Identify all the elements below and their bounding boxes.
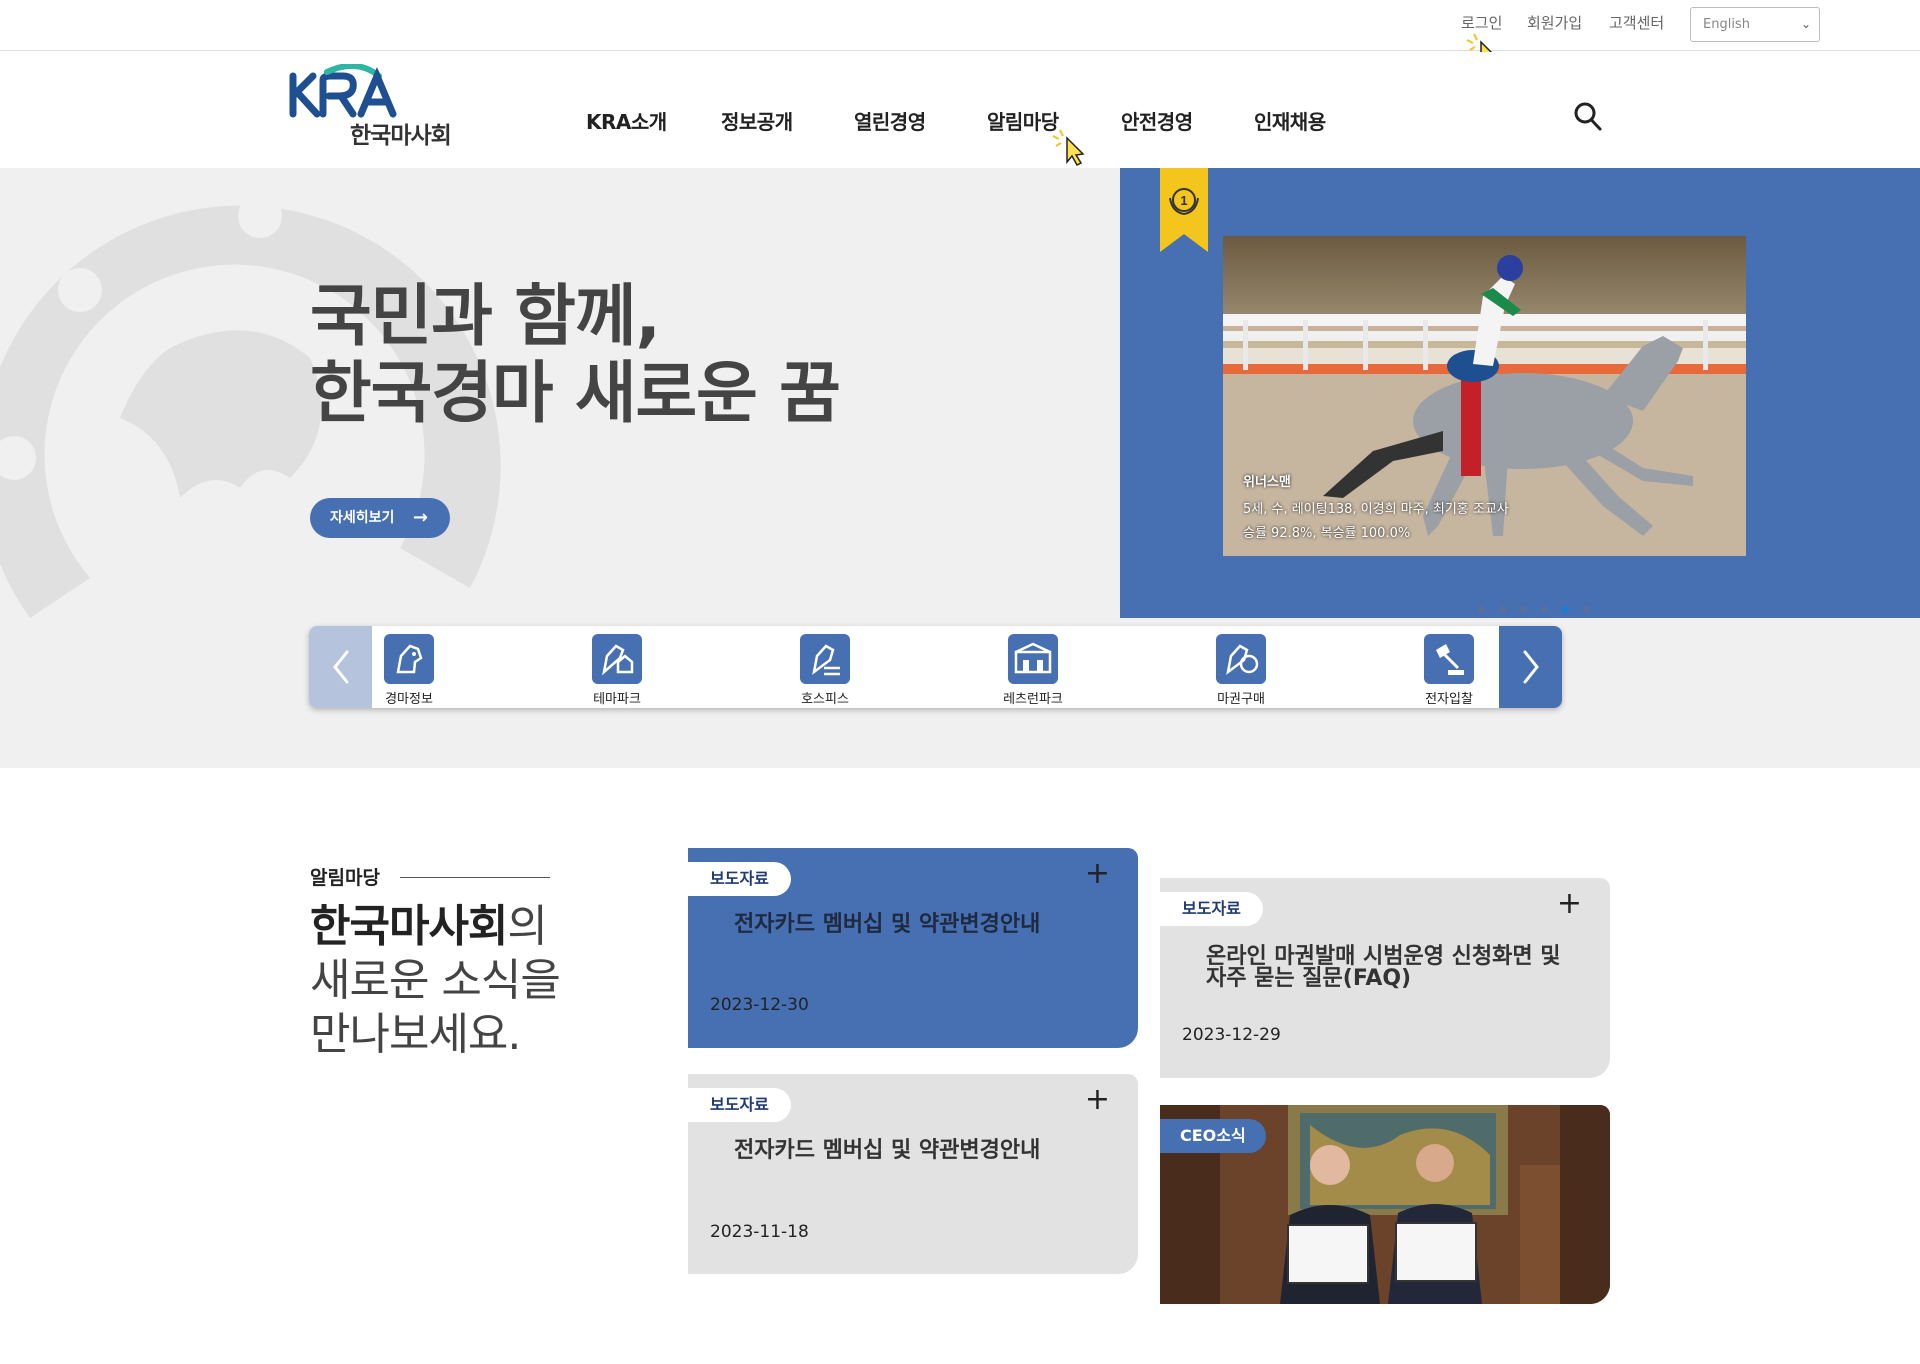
quick-link-label: 레츠런파크 bbox=[1003, 692, 1063, 707]
pointer-cursor-icon bbox=[1052, 129, 1085, 166]
category-badge: 보도자료 bbox=[688, 862, 791, 896]
slide-dot[interactable] bbox=[1520, 606, 1528, 613]
plus-icon[interactable]: + bbox=[1085, 856, 1110, 891]
section-title-line3: 만나보세요. bbox=[310, 1009, 521, 1060]
search-icon[interactable] bbox=[1572, 100, 1604, 134]
section-title-strong: 한국마사회 bbox=[310, 901, 508, 952]
nav-kra-intro[interactable]: KRA소개 bbox=[586, 106, 667, 135]
nav-disclosure[interactable]: 정보공개 bbox=[721, 106, 793, 135]
slide-dot-active[interactable] bbox=[1562, 606, 1570, 613]
plus-icon[interactable]: + bbox=[1557, 886, 1582, 921]
horse-house-icon bbox=[592, 634, 642, 684]
news-title: 전자카드 멤버십 및 약관변경안내 bbox=[734, 912, 1041, 937]
quick-link-letsrun-park[interactable]: 레츠런파크 bbox=[978, 634, 1088, 707]
slide-dot[interactable] bbox=[1478, 606, 1485, 613]
nav-notice-board[interactable]: 알림마당 bbox=[987, 106, 1059, 135]
horse-care-icon bbox=[800, 634, 850, 684]
hero-title: 국민과 함께, 한국경마 새로운 꿈 bbox=[310, 277, 841, 432]
ceo-news-card[interactable]: CEO소식 bbox=[1160, 1105, 1610, 1304]
header: 한국마사회 KRA소개 정보공개 열린경영 알림마당 안전경영 인재채용 bbox=[0, 52, 1920, 167]
svg-text:1: 1 bbox=[1180, 193, 1187, 208]
section-title: 한국마사회의 새로운 소식을 만나보세요. bbox=[310, 900, 561, 1062]
horse-ticket-icon bbox=[1216, 634, 1266, 684]
quick-next-button[interactable] bbox=[1499, 626, 1562, 708]
horse-racing-photo[interactable]: 위너스맨 5세, 수, 레이팅138, 이경희 마주, 최기홍 조교사 승률 9… bbox=[1223, 236, 1746, 556]
section-kicker: 알림마당 bbox=[310, 867, 380, 889]
utility-bar: 로그인 회원가입 고객센터 English ⌄ bbox=[0, 0, 1920, 70]
arrow-right-icon: → bbox=[412, 507, 428, 528]
hero-title-line2: 한국경마 새로운 꿈 bbox=[310, 354, 841, 432]
quick-link-label: 테마파크 bbox=[593, 692, 641, 707]
hero-more-label: 자세히보기 bbox=[330, 510, 395, 526]
horse-name: 위너스맨 bbox=[1243, 475, 1291, 490]
language-select-value: English bbox=[1703, 17, 1750, 32]
ceo-badge: CEO소식 bbox=[1160, 1119, 1266, 1153]
horse-head-icon bbox=[384, 634, 434, 684]
slide-dot[interactable] bbox=[1499, 606, 1507, 613]
quick-link-e-bidding[interactable]: 전자입찰 bbox=[1394, 634, 1504, 707]
news-card[interactable]: 보도자료 + 전자카드 멤버십 및 약관변경안내 2023-12-30 bbox=[688, 848, 1138, 1048]
news-card[interactable]: 보도자료 + 온라인 마권발매 시범운영 신청화면 및 자주 묻는 질문(FAQ… bbox=[1160, 878, 1610, 1078]
section-title-particle: 의 bbox=[507, 901, 547, 952]
nav-open-management[interactable]: 열린경영 bbox=[854, 106, 926, 135]
news-date: 2023-12-30 bbox=[710, 995, 809, 1015]
quick-link-hospice[interactable]: 호스피스 bbox=[770, 634, 880, 707]
customer-center-link[interactable]: 고객센터 bbox=[1609, 12, 1664, 33]
featured-horse-slide: 1 위너스맨 5세, 수, 레이팅138, 이경희 마주, 최기홍 조교사 승률… bbox=[1120, 168, 1920, 618]
quick-link-theme-park[interactable]: 테마파크 bbox=[562, 634, 672, 707]
quick-link-label: 호스피스 bbox=[801, 692, 849, 707]
slide-dot[interactable] bbox=[1583, 606, 1591, 613]
gavel-icon bbox=[1424, 634, 1474, 684]
first-place-ribbon-icon: 1 bbox=[1160, 168, 1208, 252]
chevron-down-icon: ⌄ bbox=[1800, 17, 1811, 31]
category-badge: 보도자료 bbox=[688, 1088, 791, 1122]
slide-dot[interactable] bbox=[1541, 606, 1549, 613]
plus-icon[interactable]: + bbox=[1085, 1082, 1110, 1117]
stadium-icon bbox=[1008, 634, 1058, 684]
quick-link-label: 전자입찰 bbox=[1425, 692, 1473, 707]
nav-safety[interactable]: 안전경영 bbox=[1121, 106, 1193, 135]
slide-pagination bbox=[1478, 598, 1599, 617]
news-date: 2023-12-29 bbox=[1182, 1025, 1281, 1045]
quick-link-label: 마권구매 bbox=[1217, 692, 1265, 707]
quick-link-label: 경마정보 bbox=[385, 692, 433, 707]
horse-stats: 승률 92.8%, 복승률 100.0% bbox=[1243, 526, 1411, 541]
news-card[interactable]: 보도자료 + 전자카드 멤버십 및 약관변경안내 2023-11-18 bbox=[688, 1074, 1138, 1274]
hero-section: 국민과 함께, 한국경마 새로운 꿈 자세히보기 → 1 위너스맨 5세, 수,… bbox=[0, 168, 1920, 768]
quick-links-bar: 경마정보 테마파크 호스피스 레츠런파크 마권구매 전자입찰 bbox=[309, 626, 1562, 708]
language-select[interactable]: English ⌄ bbox=[1690, 7, 1820, 42]
chevron-right-icon bbox=[1523, 650, 1539, 684]
news-date: 2023-11-18 bbox=[710, 1222, 809, 1242]
section-title-line2: 새로운 소식을 bbox=[310, 955, 561, 1006]
section-divider bbox=[400, 877, 550, 878]
quick-link-race-info[interactable]: 경마정보 bbox=[354, 634, 464, 707]
horse-info: 5세, 수, 레이팅138, 이경희 마주, 최기홍 조교사 bbox=[1243, 502, 1509, 517]
quick-link-betting[interactable]: 마권구매 bbox=[1186, 634, 1296, 707]
join-link[interactable]: 회원가입 bbox=[1527, 12, 1582, 33]
nav-recruit[interactable]: 인재채용 bbox=[1254, 106, 1326, 135]
brand-name: 한국마사회 bbox=[350, 123, 452, 149]
news-title: 전자카드 멤버십 및 약관변경안내 bbox=[734, 1138, 1041, 1163]
category-badge: 보도자료 bbox=[1160, 892, 1263, 926]
hero-title-line1: 국민과 함께, bbox=[310, 277, 661, 355]
hero-more-button[interactable]: 자세히보기 → bbox=[310, 498, 450, 538]
news-title: 온라인 마권발매 시범운영 신청화면 및 자주 묻는 질문(FAQ) bbox=[1206, 944, 1561, 991]
